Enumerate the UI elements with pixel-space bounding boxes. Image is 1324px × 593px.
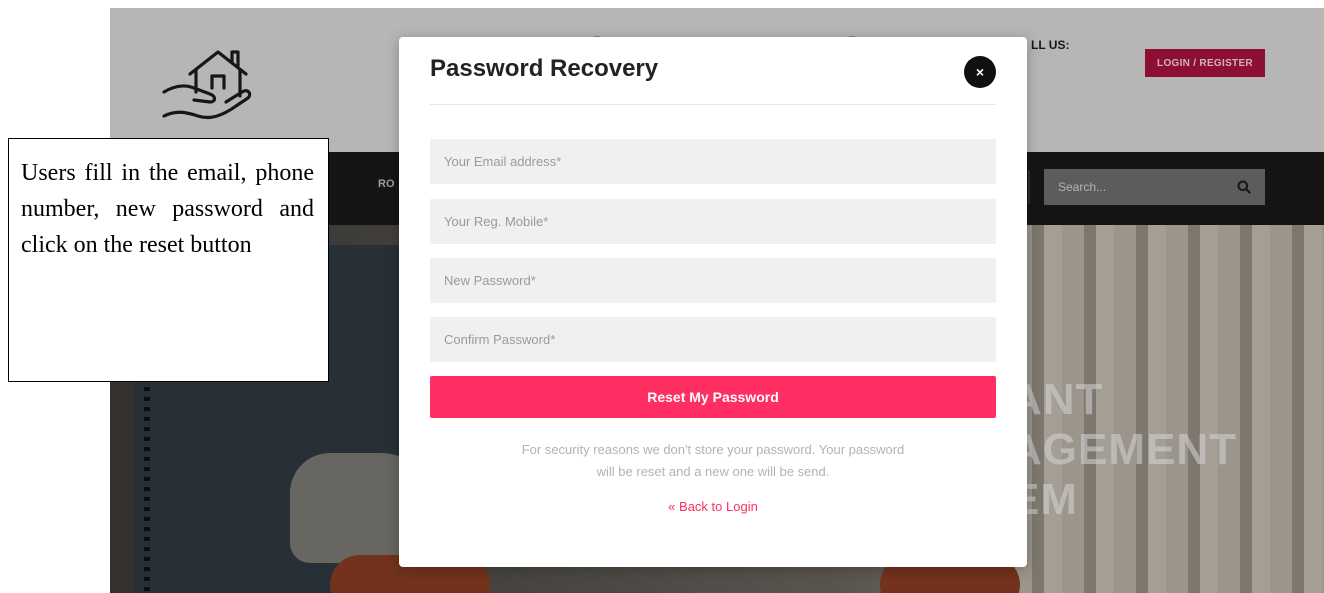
modal-title: Password Recovery	[430, 55, 659, 82]
email-field[interactable]	[430, 139, 996, 184]
security-note-line: For security reasons we don't store your…	[521, 442, 905, 457]
modal-divider	[430, 104, 996, 105]
close-button[interactable]: ×	[964, 56, 996, 88]
security-note-line: will be reset and a new one will be send…	[596, 464, 830, 479]
reset-password-button[interactable]: Reset My Password	[430, 376, 996, 418]
back-to-login-link[interactable]: « Back to Login	[399, 499, 1027, 514]
new-password-field[interactable]	[430, 258, 996, 303]
password-recovery-modal: Password Recovery × Reset My Password Fo…	[399, 37, 1027, 567]
back-to-login-label: Back to Login	[679, 499, 758, 514]
annotation-callout: Users fill in the email, phone number, n…	[8, 138, 329, 382]
confirm-password-field[interactable]	[430, 317, 996, 362]
security-note: For security reasons we don't store your…	[459, 439, 967, 483]
close-icon: ×	[975, 64, 985, 80]
double-chevron-left-icon: «	[668, 499, 676, 514]
mobile-field[interactable]	[430, 199, 996, 244]
